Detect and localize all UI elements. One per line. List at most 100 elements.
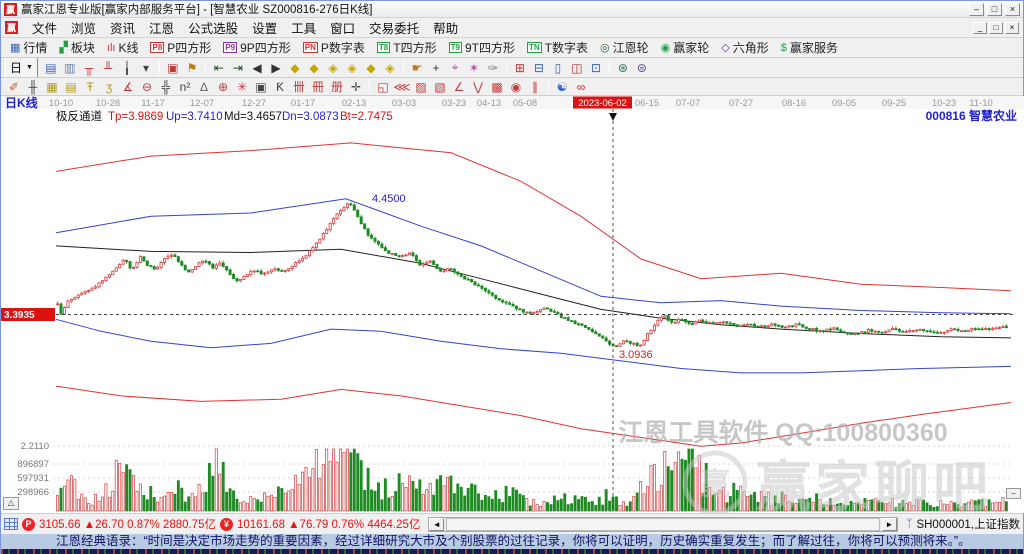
price-grid-icon[interactable]: 卌 <box>290 78 308 95</box>
menu-item-5[interactable]: 设置 <box>245 17 284 38</box>
rays-icon[interactable]: ⋘ <box>393 78 411 95</box>
winner-service-button[interactable]: $ 赢家服务 <box>776 38 843 57</box>
yinyang-icon[interactable]: ☯ <box>553 78 571 95</box>
kline-button[interactable]: ılı K线 <box>102 38 144 57</box>
scroll-track[interactable] <box>444 517 882 531</box>
diamond-up-icon[interactable]: ◆ <box>362 59 380 76</box>
current-index-label[interactable]: SH000001,上证指数 <box>916 516 1020 532</box>
scroll-right-button[interactable]: ► <box>881 517 897 531</box>
dense-grid-icon[interactable]: ▩ <box>488 78 506 95</box>
window-grid-icon[interactable]: 册 <box>328 78 346 95</box>
t-square-button[interactable]: T8 T四方形 <box>372 38 442 57</box>
window-close-button[interactable]: × <box>1005 2 1020 16</box>
p-square-button[interactable]: P8 P四方形 <box>145 38 216 57</box>
hexagon-button[interactable]: ◇ 六角形 <box>716 38 773 57</box>
window-minimize-button[interactable]: – <box>969 2 984 16</box>
red-bars2-icon[interactable]: ╨ <box>99 59 117 76</box>
p9-square-button[interactable]: P9 9P四方形 <box>218 38 295 57</box>
chart-area[interactable]: 10-10 10-28 11-17 12-07 12-27 01-17 02-13 03-03… <box>1 96 1024 513</box>
crosshair-tool-icon[interactable]: + <box>427 59 445 76</box>
first-bar-icon[interactable]: ⇤ <box>210 59 228 76</box>
gann-wheel-button[interactable]: ◎ 江恩轮 <box>595 38 654 57</box>
market-quotes-button[interactable]: ▦ 行情 <box>5 38 52 57</box>
clipboard-icon[interactable]: ▥ <box>61 59 79 76</box>
chart-hscrollbar[interactable]: ◄ ► <box>428 516 898 532</box>
gann-pen-icon[interactable]: ✐ <box>5 78 23 95</box>
sh-index-quote[interactable]: 3105.66 ▲26.70 0.87% 2880.75亿 <box>39 516 216 532</box>
diamond-shrink-icon[interactable]: ◈ <box>343 59 361 76</box>
menu-item-4[interactable]: 公式选股 <box>181 17 245 38</box>
infinity-icon[interactable]: ∞ <box>572 78 590 95</box>
red-frame-icon[interactable]: ▣ <box>164 59 182 76</box>
gann-probe-icon[interactable]: ✶ <box>465 59 483 76</box>
p-digit-table-button[interactable]: PN P数字表 <box>298 38 370 57</box>
expand-pane-button[interactable]: △ <box>3 497 19 510</box>
market-grid-icon[interactable] <box>4 518 18 530</box>
menu-item-1[interactable]: 浏览 <box>64 17 103 38</box>
printer-icon[interactable]: ⊡ <box>587 59 605 76</box>
menu-item-3[interactable]: 江恩 <box>142 17 181 38</box>
diamond-right-icon[interactable]: ◆ <box>305 59 323 76</box>
save-icon[interactable]: ◫ <box>568 59 586 76</box>
gann-box-icon[interactable]: ◱ <box>374 78 392 95</box>
menu-item-6[interactable]: 工具 <box>284 17 323 38</box>
web-icon[interactable]: ⊛ <box>614 59 632 76</box>
prev-bar-icon[interactable]: ◀ <box>248 59 266 76</box>
diamond-left-icon[interactable]: ◆ <box>286 59 304 76</box>
t-digit-table-button[interactable]: TN T数字表 <box>522 38 593 57</box>
magnify-tool-icon[interactable]: ⌖ <box>446 59 464 76</box>
notebook-icon[interactable]: ▯ <box>549 59 567 76</box>
menu-item-2[interactable]: 资讯 <box>103 17 142 38</box>
more-dropdown-icon[interactable]: ▾ <box>137 59 155 76</box>
star-burst-icon[interactable]: ✳ <box>233 78 251 95</box>
split-icon[interactable]: ✛ <box>347 78 365 95</box>
menu-item-7[interactable]: 窗口 <box>323 17 362 38</box>
next-bar-icon[interactable]: ▶ <box>267 59 285 76</box>
hand-tool-icon[interactable]: ☛ <box>408 59 426 76</box>
diamond-expand-icon[interactable]: ◈ <box>324 59 342 76</box>
k-mark-icon[interactable]: Ƙ <box>271 78 289 95</box>
sz-index-quote[interactable]: 10161.68 ▲76.79 0.76% 4464.25亿 <box>237 516 420 532</box>
window-restore-button[interactable]: □ <box>987 2 1002 16</box>
flag-icon[interactable]: ⚑ <box>183 59 201 76</box>
candle-small-icon[interactable]: ╽ <box>118 59 136 76</box>
shade-grid2-icon[interactable]: ▧ <box>431 78 449 95</box>
menu-item-8[interactable]: 交易委托 <box>362 17 426 38</box>
check-lines-icon[interactable]: ⋁ <box>469 78 487 95</box>
price-grid2-icon[interactable]: 冊 <box>309 78 327 95</box>
circle-arrow-icon[interactable]: ⊖ <box>138 78 156 95</box>
gann-f-icon[interactable]: Ŧ <box>81 78 99 95</box>
red-bars-icon[interactable]: ╥ <box>80 59 98 76</box>
shade-grid-icon[interactable]: ▨ <box>412 78 430 95</box>
ruler-tool-icon[interactable]: ✑ <box>484 59 502 76</box>
scroll-thumb[interactable] <box>446 517 880 531</box>
diamond-down-icon[interactable]: ◈ <box>381 59 399 76</box>
winner-wheel-button[interactable]: ◉ 赢家轮 <box>656 38 715 57</box>
angle-measure-icon[interactable]: ∡ <box>119 78 137 95</box>
sectors-button[interactable]: ▞ 板块 <box>54 38 99 57</box>
t9-square-button[interactable]: T9 9T四方形 <box>444 38 520 57</box>
gann-grid2-gold-icon[interactable]: ▤ <box>62 78 80 95</box>
mdi-restore-button[interactable]: □ <box>989 21 1003 34</box>
collapse-pane-button[interactable]: − <box>1006 488 1021 499</box>
n-square-icon[interactable]: n² <box>176 78 194 95</box>
target-icon[interactable]: ⊕ <box>214 78 232 95</box>
remote-pc-icon[interactable]: ⊜ <box>633 59 651 76</box>
grid-lines-icon[interactable]: ╫ <box>24 78 42 95</box>
calculator-icon[interactable]: ⊟ <box>530 59 548 76</box>
parallel-lines-icon[interactable]: ∥ <box>526 78 544 95</box>
calendar-icon[interactable]: ⊞ <box>511 59 529 76</box>
ruler-grid-icon[interactable]: ╬ <box>157 78 175 95</box>
mdi-minimize-button[interactable]: _ <box>973 21 987 34</box>
angle-line-icon[interactable]: ∠ <box>450 78 468 95</box>
blue-screen-icon[interactable]: ▤ <box>42 59 60 76</box>
gann-grid-gold-icon[interactable]: ▦ <box>43 78 61 95</box>
menu-item-0[interactable]: 文件 <box>25 17 64 38</box>
gann-spiral-icon[interactable]: ʒ <box>100 78 118 95</box>
compass-icon[interactable]: ∆ <box>195 78 213 95</box>
last-bar-icon[interactable]: ⇥ <box>229 59 247 76</box>
kline-chart-svg[interactable]: 10-10 10-28 11-17 12-07 12-27 01-17 02-13 03-03… <box>1 96 1024 513</box>
menu-item-9[interactable]: 帮助 <box>426 17 465 38</box>
circle-box-icon[interactable]: ◉ <box>507 78 525 95</box>
scroll-left-button[interactable]: ◄ <box>429 517 445 531</box>
